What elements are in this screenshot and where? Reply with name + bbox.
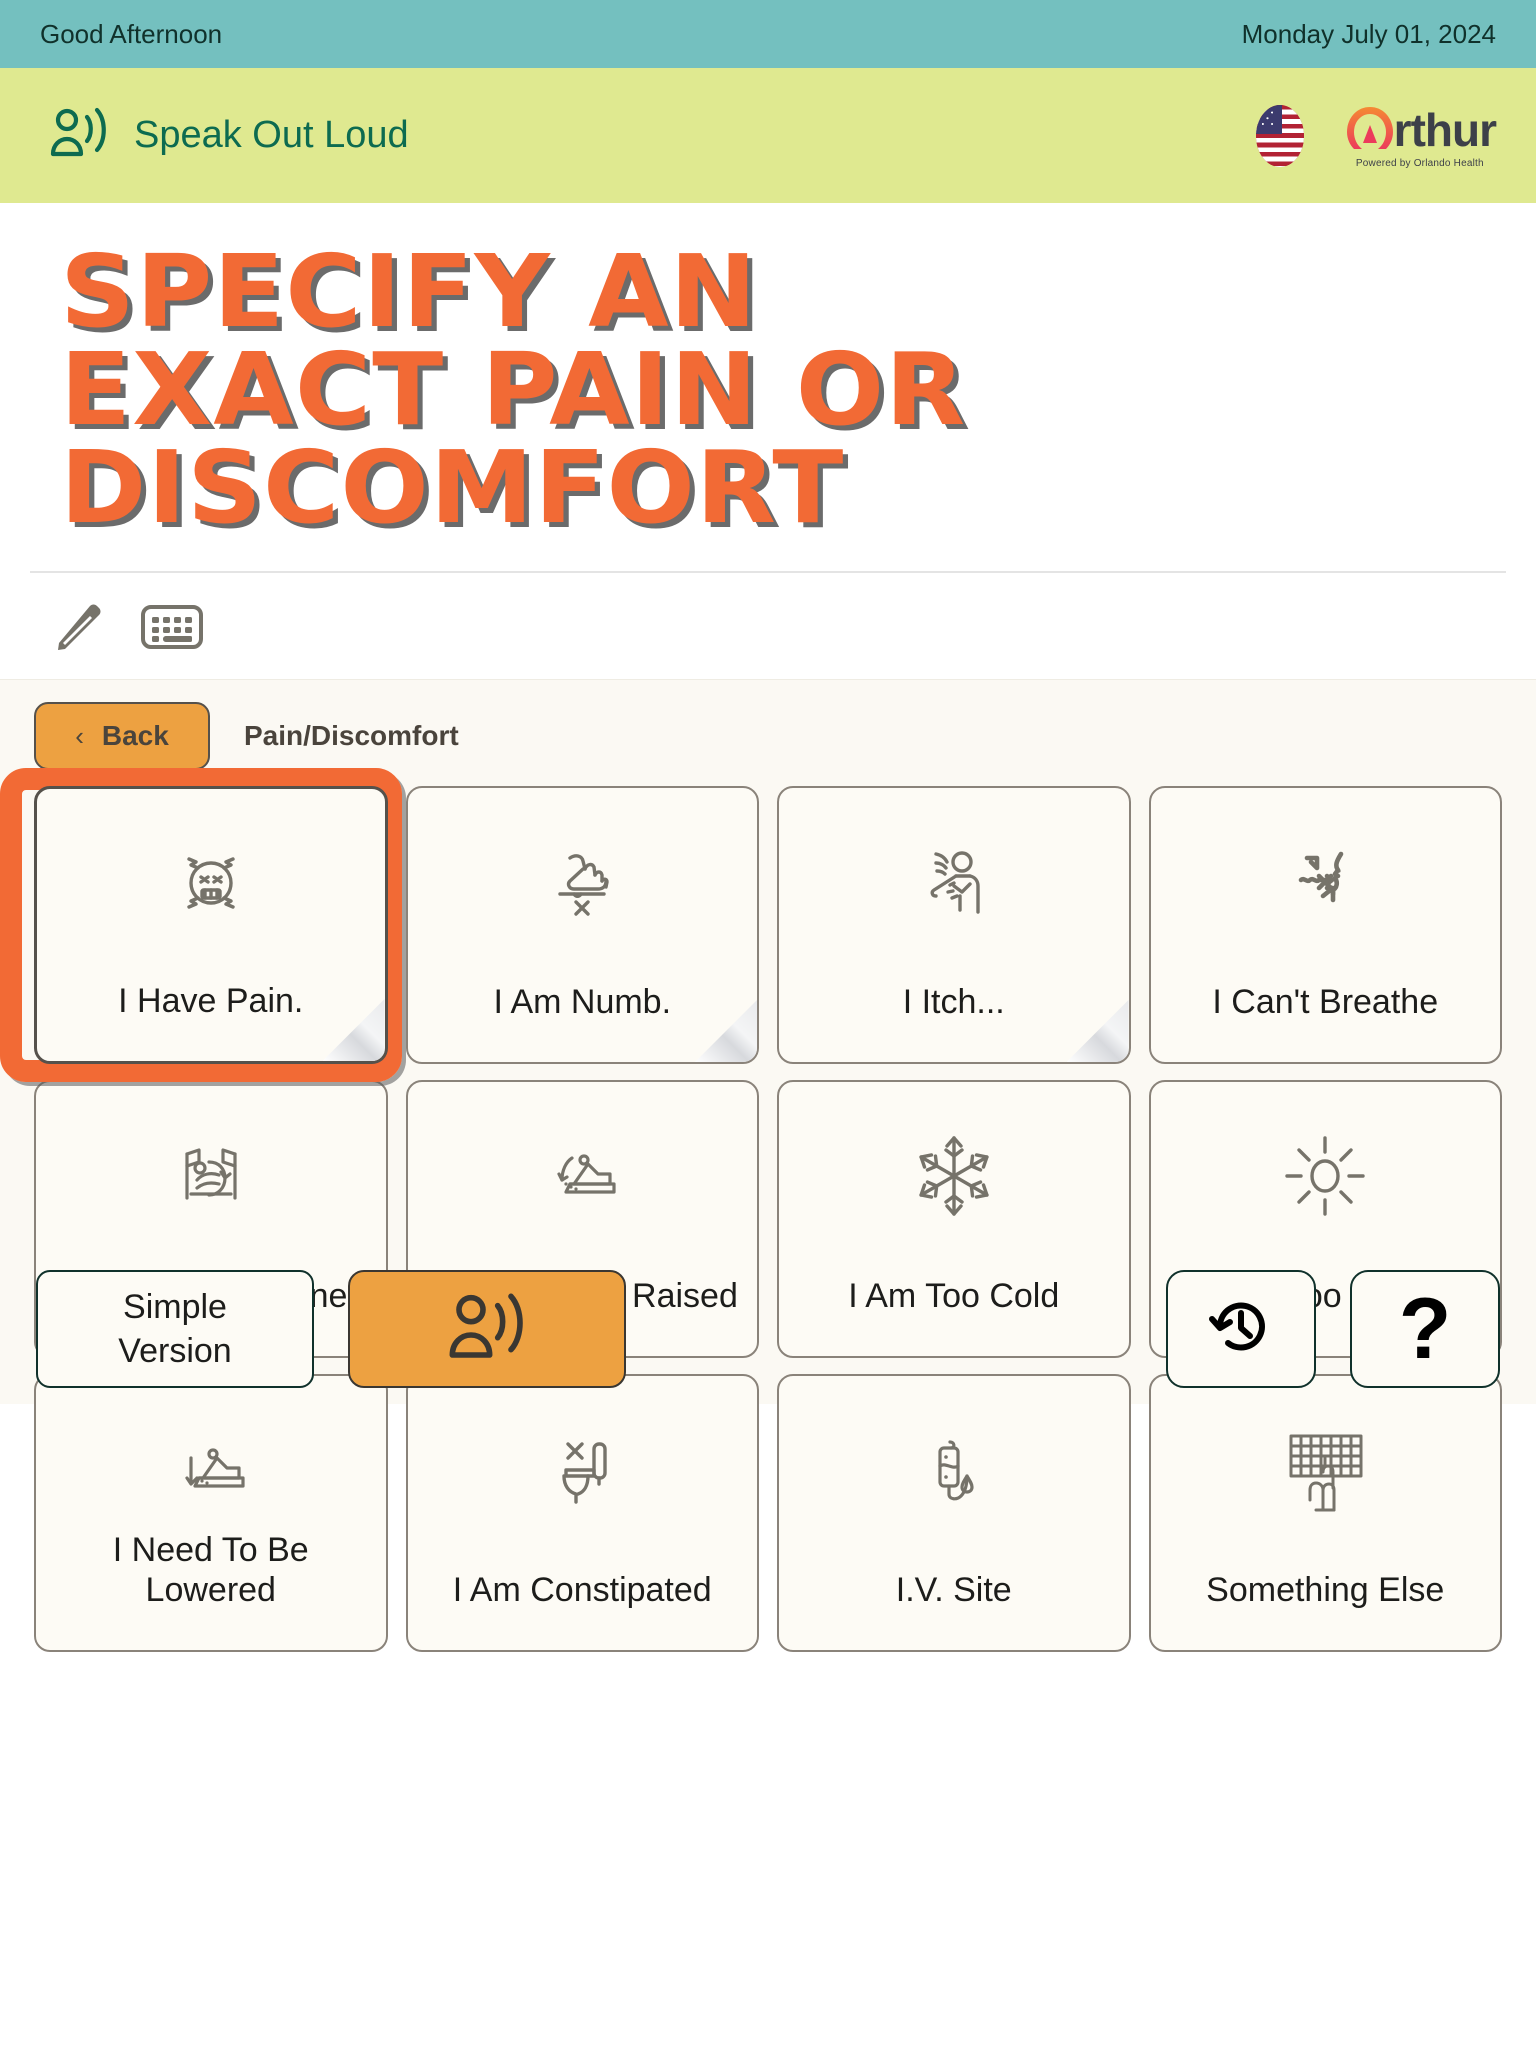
arthur-logo: rthur Powered by Orlando Health: [1344, 103, 1497, 169]
chevron-left-icon: ‹: [75, 721, 84, 751]
current-date: Monday July 01, 2024: [1241, 18, 1496, 49]
simple-version-line-2: Version: [118, 1332, 232, 1370]
simple-version-line-1: Simple: [123, 1287, 227, 1326]
arthur-wordmark: rthur: [1393, 103, 1497, 156]
card-slot-i-itch: I Itch...: [777, 786, 1131, 1064]
pencil-icon[interactable]: [48, 595, 112, 659]
itch-person-icon: [910, 822, 998, 942]
sun-icon: [1279, 1116, 1371, 1236]
snowflake-icon: [908, 1116, 1000, 1236]
card-i-cant-breathe[interactable]: I Can't Breathe: [1148, 786, 1502, 1064]
turn-in-bed-icon: [167, 1116, 255, 1236]
speak-out-loud-icon: [448, 1291, 526, 1368]
page-title: SPECIFY AN EXACT PAIN OR DISCOMFORT: [60, 233, 1533, 546]
card-label: I Have Pain.: [118, 981, 304, 1020]
card-iv-site[interactable]: I.V. Site: [777, 1374, 1131, 1652]
toilet-blocked-icon: [538, 1410, 626, 1530]
keyboard-typing-icon: [1275, 1410, 1375, 1530]
arthur-tagline: Powered by Orlando Health: [1355, 157, 1484, 169]
panel-header: ‹ Back Pain/Discomfort: [34, 702, 1502, 770]
question-mark-icon: ?: [1398, 1281, 1452, 1377]
speak-out-loud-icon: [50, 106, 108, 165]
card-label: I Am Numb.: [493, 982, 672, 1021]
speak-out-loud-control[interactable]: Speak Out Loud: [50, 106, 409, 165]
page-title-zone: SPECIFY AN EXACT PAIN OR DISCOMFORT: [0, 203, 1536, 546]
raise-bed-icon: [538, 1116, 626, 1236]
card-slot-constipated: I Am Constipated: [405, 1374, 759, 1652]
card-i-am-numb[interactable]: I Am Numb.: [405, 786, 759, 1064]
back-button-label: Back: [101, 720, 169, 751]
cant-breathe-icon: [1281, 822, 1369, 942]
card-label: I Am Constipated: [452, 1570, 712, 1609]
page-title-line-3: DISCOMFORT: [60, 429, 845, 546]
pain-discomfort-panel: ‹ Back Pain/Discomfort I Have Pain. I Am…: [0, 679, 1536, 1652]
back-button[interactable]: ‹ Back: [34, 702, 210, 770]
speak-out-loud-bar: Speak Out Loud rthur Powered by Orlando …: [0, 68, 1536, 203]
card-slot-something-else: Something Else: [1148, 1374, 1502, 1652]
us-flag-icon[interactable]: [1255, 104, 1304, 167]
arthur-a-mark: [1346, 106, 1393, 149]
breadcrumb: Pain/Discomfort: [244, 720, 459, 751]
card-slot-iv-site: I.V. Site: [777, 1374, 1131, 1652]
card-label: I Itch...: [902, 982, 1005, 1021]
greeting-bar: Good Afternoon Monday July 01, 2024: [0, 0, 1536, 68]
header-right-group: rthur Powered by Orlando Health: [1255, 103, 1497, 169]
simple-version-button[interactable]: Simple Version: [36, 1270, 314, 1388]
card-something-else[interactable]: Something Else: [1148, 1374, 1502, 1652]
card-slot-need-lowered: I Need To Be Lowered: [34, 1374, 388, 1652]
speak-out-loud-label: Speak Out Loud: [134, 114, 409, 156]
greeting-text: Good Afternoon: [40, 18, 223, 49]
card-label: I Can't Breathe: [1212, 982, 1439, 1021]
bottom-toolbar: Simple Version ?: [0, 1254, 1536, 1404]
help-button[interactable]: ?: [1350, 1270, 1500, 1388]
card-slot-i-am-numb: I Am Numb.: [405, 786, 759, 1064]
card-i-have-pain[interactable]: I Have Pain.: [34, 786, 388, 1064]
iv-drip-icon: [910, 1410, 998, 1530]
card-slot-i-cant-breathe: I Can't Breathe: [1148, 786, 1502, 1064]
input-mode-toolbar: [0, 573, 1536, 679]
pain-face-icon: [167, 823, 255, 943]
history-clock-icon: [1202, 1288, 1280, 1371]
history-button[interactable]: [1166, 1270, 1316, 1388]
card-label: I Need To Be Lowered: [112, 1530, 309, 1609]
card-i-am-constipated[interactable]: I Am Constipated: [405, 1374, 759, 1652]
page-title-line-1: SPECIFY AN: [60, 233, 758, 350]
card-label: Something Else: [1206, 1570, 1445, 1609]
card-label: I.V. Site: [895, 1570, 1012, 1609]
card-i-need-to-be-lowered[interactable]: I Need To Be Lowered: [34, 1374, 388, 1652]
keyboard-icon[interactable]: [140, 595, 204, 659]
speak-out-loud-button[interactable]: [348, 1270, 626, 1388]
lower-bed-icon: [167, 1410, 255, 1530]
symptom-card-grid: I Have Pain. I Am Numb. I Itch... I Can'…: [0, 768, 1502, 1652]
numb-hand-icon: [538, 822, 626, 942]
card-slot-i-have-pain: I Have Pain.: [0, 768, 402, 1082]
card-i-itch[interactable]: I Itch...: [777, 786, 1131, 1064]
page-title-line-2: EXACT PAIN OR: [60, 331, 967, 448]
